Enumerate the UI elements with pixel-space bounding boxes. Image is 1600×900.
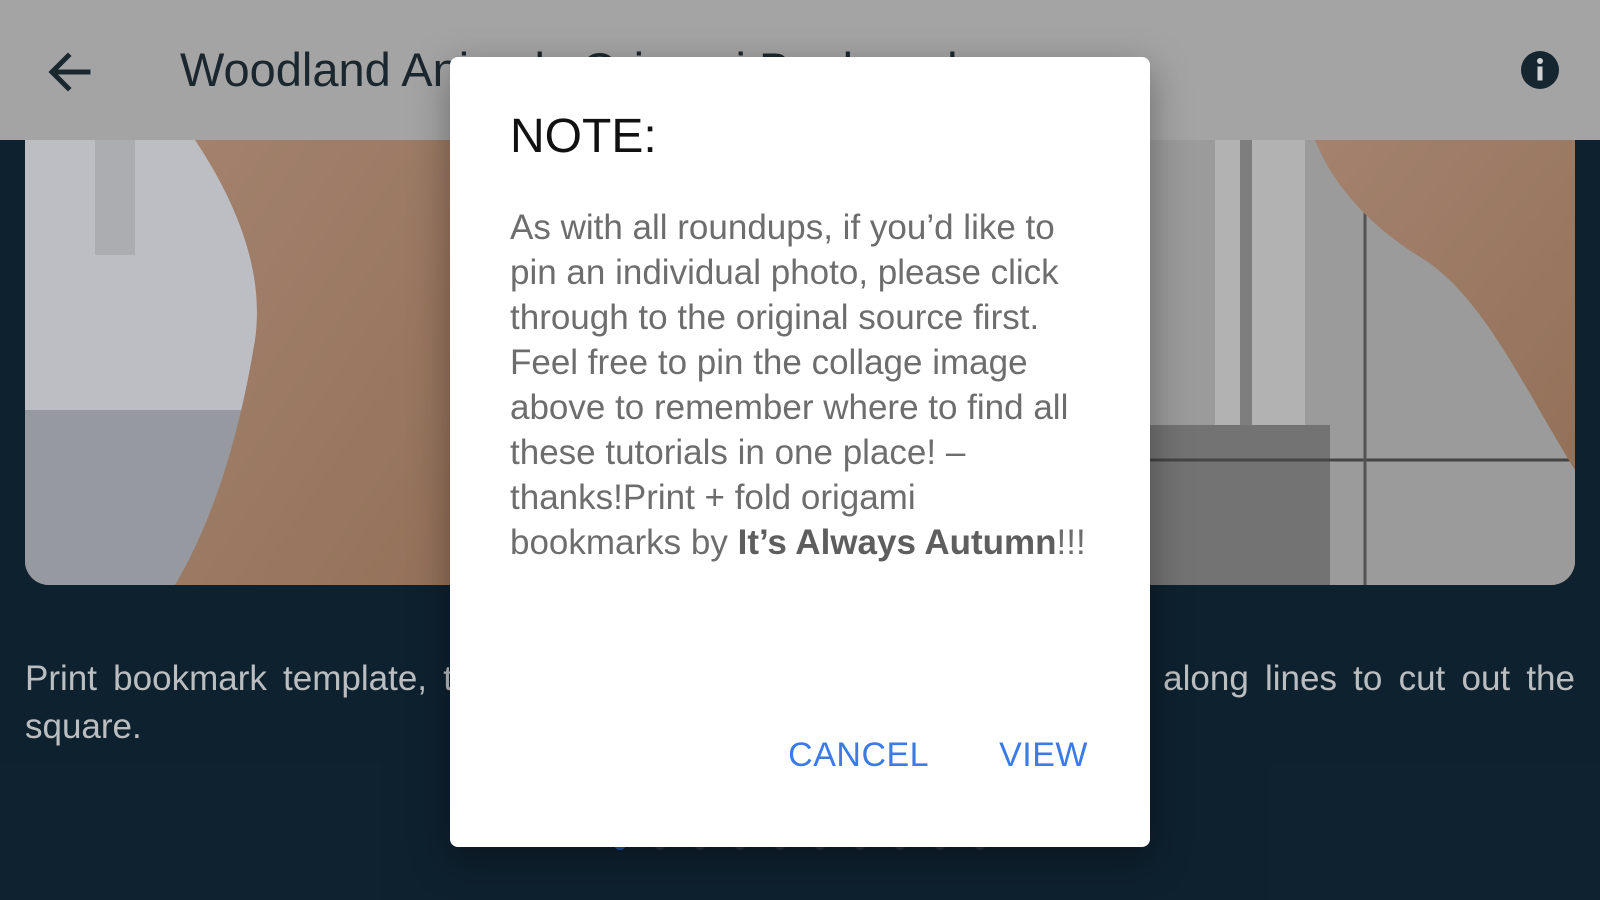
view-button[interactable]: VIEW (999, 733, 1088, 777)
dialog-title: NOTE: (510, 110, 657, 163)
dialog-actions: CANCEL VIEW (788, 733, 1088, 777)
dialog-body-link-text: It’s Always Autumn (737, 523, 1057, 562)
note-dialog: NOTE: As with all roundups, if you’d lik… (450, 57, 1150, 847)
dialog-body-suffix: !!! (1056, 523, 1086, 562)
cancel-button[interactable]: CANCEL (788, 733, 929, 777)
screen: Woodland Animals Origami Bookmarks (0, 0, 1600, 900)
dialog-body-text: As with all roundups, if you’d like to p… (510, 208, 1069, 562)
dialog-body: As with all roundups, if you’d like to p… (510, 205, 1095, 565)
